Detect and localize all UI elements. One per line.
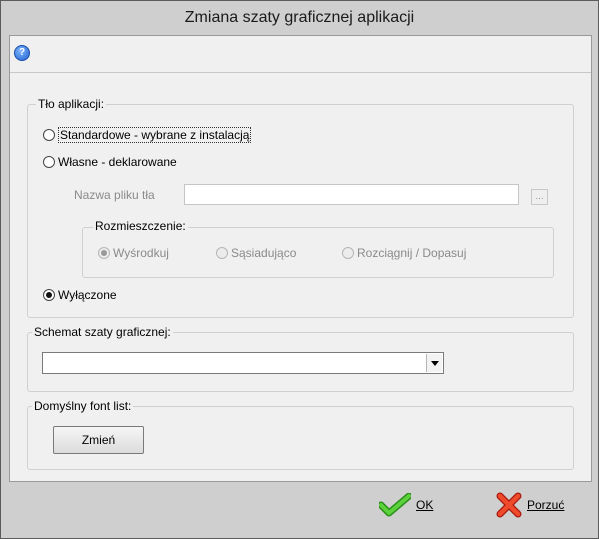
radio-stretch-indicator[interactable] — [342, 247, 354, 259]
radio-stretch-label: Rozciągnij / Dopasuj — [357, 246, 467, 260]
ok-label: OK — [416, 498, 434, 512]
radio-tile-label: Sąsiadująco — [231, 246, 297, 260]
radio-tile[interactable]: Sąsiadująco — [216, 246, 296, 260]
help-icon[interactable]: ? — [14, 45, 30, 61]
browse-button[interactable]: ... — [531, 189, 548, 205]
placement-group-legend: Rozmieszczenie: — [93, 219, 188, 233]
radio-custom-label: Własne - deklarowane — [58, 155, 177, 169]
radio-stretch[interactable]: Rozciągnij / Dopasuj — [342, 246, 466, 260]
filename-label: Nazwa pliku tła — [74, 188, 155, 202]
radio-center-indicator[interactable] — [98, 247, 110, 259]
toolbar: ? — [10, 36, 591, 73]
radio-center[interactable]: Wyśrodkuj — [98, 246, 169, 260]
radio-standard[interactable]: Standardowe - wybrane z instalacją — [43, 127, 252, 143]
radio-center-label: Wyśrodkuj — [113, 246, 169, 260]
checkmark-icon — [379, 493, 411, 517]
scheme-select[interactable] — [42, 352, 444, 374]
scheme-group-legend: Schemat szaty graficznej: — [32, 325, 173, 339]
cancel-label: Porzuć — [527, 498, 565, 512]
filename-input[interactable] — [184, 184, 519, 205]
ok-button[interactable]: OK — [379, 493, 433, 517]
radio-custom-indicator[interactable] — [43, 156, 55, 168]
radio-tile-indicator[interactable] — [216, 247, 228, 259]
radio-standard-label: Standardowe - wybrane z instalacją — [58, 127, 252, 143]
change-font-button[interactable]: Zmień — [53, 426, 144, 454]
chevron-down-icon[interactable] — [426, 354, 442, 372]
x-cross-icon — [496, 492, 522, 518]
scheme-group: Schemat szaty graficznej: — [27, 325, 574, 392]
radio-off-indicator[interactable] — [43, 289, 55, 301]
background-group-legend: Tło aplikacji: — [36, 97, 107, 111]
radio-custom[interactable]: Własne - deklarowane — [43, 155, 177, 169]
font-group: Domyślny font list: Zmień — [27, 399, 574, 470]
dialog-window: Zmiana szaty graficznej aplikacji ? Tło … — [0, 0, 599, 539]
font-group-legend: Domyślny font list: — [32, 399, 134, 413]
window-title: Zmiana szaty graficznej aplikacji — [1, 1, 598, 35]
radio-off-label: Wyłączone — [58, 288, 117, 302]
placement-group: Rozmieszczenie: Wyśrodkuj Sąsiadująco Ro… — [82, 219, 554, 278]
cancel-button[interactable]: Porzuć — [495, 491, 564, 519]
radio-off[interactable]: Wyłączone — [43, 288, 117, 302]
background-group: Tło aplikacji: Standardowe - wybrane z i… — [27, 97, 574, 318]
radio-standard-indicator[interactable] — [43, 129, 55, 141]
dialog-client-area: ? Tło aplikacji: Standardowe - wybrane z… — [9, 35, 592, 482]
